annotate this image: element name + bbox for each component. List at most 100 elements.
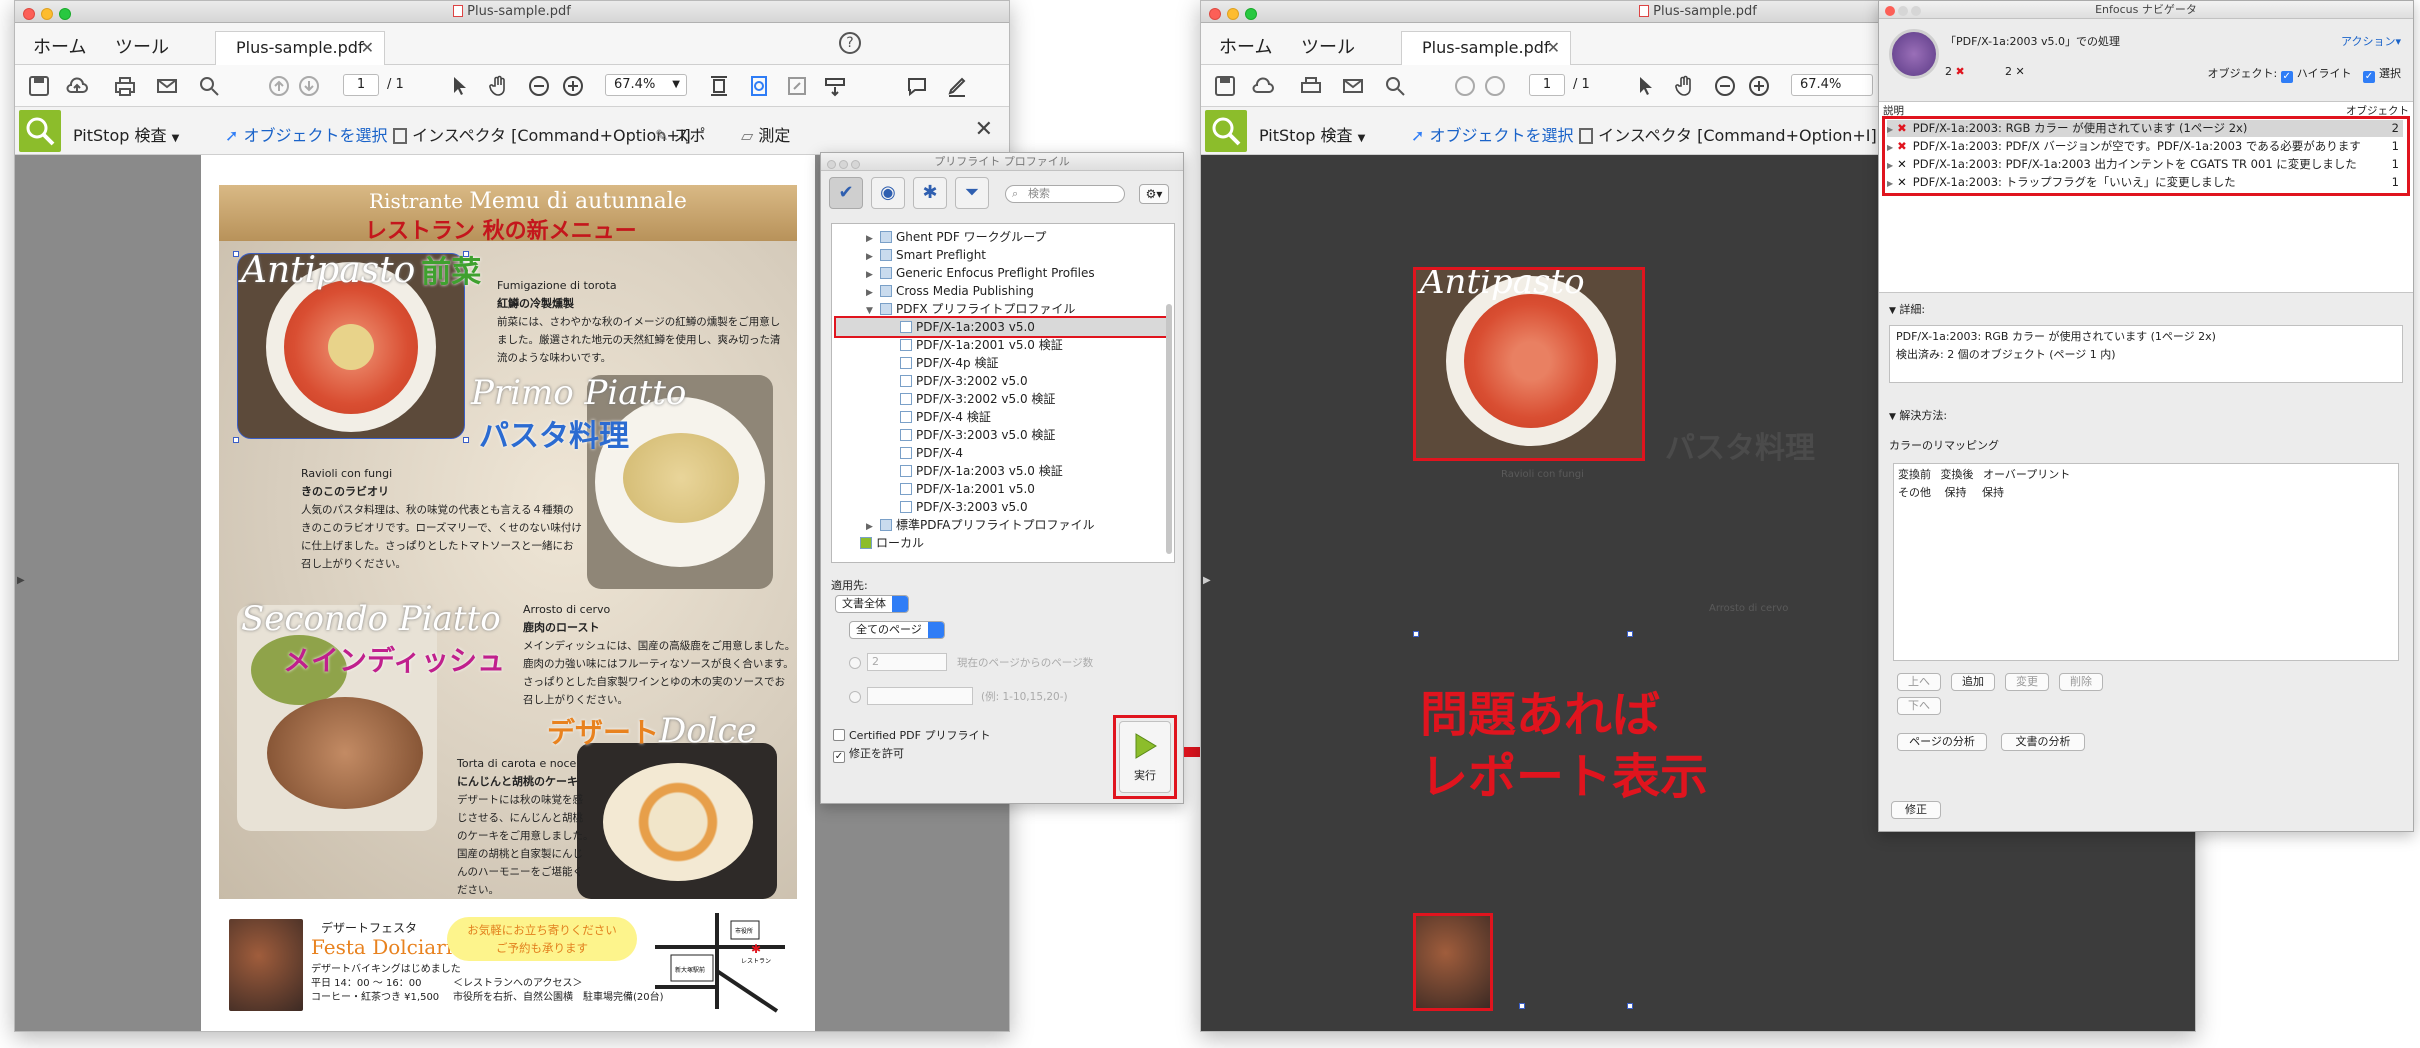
selection-handle[interactable] — [463, 251, 469, 257]
page-count-input[interactable]: 2 — [867, 653, 947, 671]
run-button[interactable]: 実行 — [1119, 721, 1171, 793]
profile-tree-item[interactable]: PDF/X-1a:2003 v5.0 検証 — [886, 462, 1063, 480]
profile-tree-item[interactable]: PDF/X-4 — [886, 444, 963, 462]
profile-tree-item[interactable]: PDF/X-4p 検証 — [886, 354, 998, 372]
selection-handle[interactable] — [1627, 1003, 1633, 1009]
profile-tree-item[interactable]: ローカル — [846, 534, 924, 552]
selection-handle[interactable] — [233, 251, 239, 257]
pitstop-inspect-menu[interactable]: PitStop 検査 ▼ — [73, 122, 179, 146]
tree-scrollbar[interactable] — [1166, 304, 1172, 554]
result-row[interactable]: ▶ ✕ PDF/X-1a:2003: PDF/X-1a:2003 出力インテントを … — [1887, 156, 2403, 173]
remap-row[interactable]: その他 保持 保持 — [1898, 484, 2004, 500]
move-down-button[interactable]: 下へ — [1897, 697, 1941, 715]
menu-home[interactable]: ホーム — [33, 33, 86, 59]
globe-tab-icon[interactable]: ◉ — [871, 177, 905, 209]
action-menu[interactable]: アクション▾ — [2341, 33, 2401, 49]
print-icon[interactable] — [1299, 74, 1323, 98]
page-down-icon[interactable] — [297, 74, 321, 98]
dolce-photo[interactable] — [577, 743, 777, 899]
zoom-level-select[interactable]: 67.4% — [1791, 74, 1873, 96]
profile-tree-item[interactable]: ▼ PDFX プリフライトプロファイル — [866, 300, 1075, 318]
result-row[interactable]: ▶ ✕ PDF/X-1a:2003: トラップフラグを「いいえ」に変更しました 1 — [1887, 174, 2403, 191]
checkmark-tab-icon[interactable]: ✔ — [829, 177, 863, 209]
profile-tree-item[interactable]: PDF/X-1a:2003 v5.0 — [834, 316, 1168, 338]
profile-tree[interactable]: ▶ Ghent PDF ワークグループ ▶ Smart Preflight ▶ Gener… — [831, 223, 1175, 563]
pdf-page[interactable]: Ristrante Memu di autunnale レストラン 秋の新メニュ… — [201, 155, 815, 1031]
profile-tree-item[interactable]: ▶ 標準PDFAプリフライトプロファイル — [866, 516, 1095, 534]
navigator-close-button[interactable] — [1885, 6, 1895, 16]
minimize-window-button[interactable] — [41, 8, 53, 20]
panel-options-gear-icon[interactable]: ⚙▾ — [1139, 184, 1169, 204]
navigator-minimize-button[interactable] — [1898, 6, 1908, 16]
spot-tool[interactable]: ✎ スポ — [655, 122, 706, 146]
page-down-icon[interactable] — [1483, 74, 1507, 98]
hand-tool-icon[interactable] — [487, 74, 511, 98]
selection-handle[interactable] — [1627, 631, 1633, 637]
save-icon[interactable] — [27, 74, 51, 98]
page-range-radio[interactable] — [849, 691, 861, 703]
selection-handle[interactable] — [1413, 631, 1419, 637]
pitstop-inspect-menu[interactable]: PitStop 検査 ▼ — [1259, 122, 1365, 146]
gear-tab-icon[interactable]: ✱ — [913, 177, 947, 209]
profile-tree-item[interactable]: ▶ Smart Preflight — [866, 246, 986, 264]
disclosure-triangle-icon[interactable]: ▶ — [1887, 143, 1893, 152]
print-icon[interactable] — [113, 74, 137, 98]
chevron-right-icon[interactable]: ▶ — [17, 575, 25, 586]
change-button[interactable]: 変更 — [2005, 673, 2049, 691]
profile-tree-item[interactable]: PDF/X-3:2002 v5.0 — [886, 372, 1028, 390]
chevron-right-icon[interactable]: ▶ — [1203, 575, 1211, 586]
highlight-checkbox[interactable]: ✓ — [2280, 71, 2293, 83]
select-object-tool[interactable]: ➚ オブジェクトを選択 — [1411, 122, 1574, 146]
zoom-level-select[interactable]: 67.4% ▼ — [605, 74, 687, 96]
page-count-radio[interactable] — [849, 657, 861, 669]
document-analysis-button[interactable]: 文書の分析 — [2001, 733, 2085, 751]
result-row[interactable]: ▶ ✖ PDF/X-1a:2003: PDF/X バージョンが空です。PDF/X-1… — [1887, 138, 2403, 155]
measure-tool[interactable]: ▱ 測定 — [741, 122, 790, 146]
select-arrow-icon[interactable] — [1633, 74, 1657, 98]
profile-tree-item[interactable]: PDF/X-1a:2001 v5.0 検証 — [886, 336, 1063, 354]
page-analysis-button[interactable]: ページの分析 — [1897, 733, 1987, 751]
panel-zoom-button[interactable] — [851, 160, 860, 169]
profile-search-input[interactable]: ⌕ 検索 — [1005, 185, 1125, 203]
document-tab[interactable]: Plus-sample.pdf ✕ — [1401, 31, 1571, 65]
rotate-view-icon[interactable] — [747, 74, 771, 98]
results-list[interactable]: 説明 オブジェクト ▶ ✖ PDF/X-1a:2003: RGB カラー が使用され… — [1879, 101, 2413, 293]
save-icon[interactable] — [1213, 74, 1237, 98]
search-icon[interactable] — [1383, 74, 1407, 98]
highlighted-rgb-object-1[interactable]: Antipasto — [1413, 267, 1645, 461]
page-range-input[interactable] — [867, 687, 973, 705]
profile-tree-item[interactable]: ▶ Cross Media Publishing — [866, 282, 1034, 300]
result-row[interactable]: ▶ ✖ PDF/X-1a:2003: RGB カラー が使用されています (1ページ… — [1887, 120, 2403, 137]
festa-photo[interactable] — [229, 919, 303, 1011]
search-icon[interactable] — [197, 74, 221, 98]
profile-tree-item[interactable]: ▶ Ghent PDF ワークグループ — [866, 228, 1046, 246]
full-screen-icon[interactable] — [785, 74, 809, 98]
fix-button[interactable]: 修正 — [1891, 801, 1941, 819]
profile-tree-item[interactable]: PDF/X-3:2003 v5.0 検証 — [886, 426, 1055, 444]
zoom-out-icon[interactable] — [527, 74, 551, 98]
add-button[interactable]: 追加 — [1951, 673, 1995, 691]
sign-pen-icon[interactable] — [945, 74, 969, 98]
selection-handle[interactable] — [1519, 1003, 1525, 1009]
hand-tool-icon[interactable] — [1673, 74, 1697, 98]
profile-tree-item[interactable]: PDF/X-3:2002 v5.0 検証 — [886, 390, 1055, 408]
filter-tab-icon[interactable]: ⏷ — [955, 177, 989, 209]
help-icon[interactable]: ? — [839, 32, 861, 54]
profile-tree-item[interactable]: PDF/X-4 検証 — [886, 408, 991, 426]
select-object-tool[interactable]: ➚ オブジェクトを選択 — [225, 122, 388, 146]
move-up-button[interactable]: 上へ — [1897, 673, 1941, 691]
menu-tools[interactable]: ツール — [115, 33, 169, 59]
disclosure-triangle-icon[interactable]: ▶ — [1887, 179, 1893, 188]
inspector-tool[interactable]: インスペクタ [Command+Option+I] — [1579, 122, 1877, 146]
close-pitstop-icon[interactable]: ✕ — [975, 117, 993, 142]
apply-document-select[interactable]: 文書全体 — [835, 595, 909, 613]
disclosure-triangle-icon[interactable]: ▶ — [1887, 125, 1893, 134]
mail-icon[interactable] — [1341, 74, 1365, 98]
profile-tree-item[interactable]: ▶ Generic Enfocus Preflight Profiles — [866, 264, 1095, 282]
scroll-mode-icon[interactable] — [823, 74, 847, 98]
navigator-zoom-button[interactable] — [1911, 6, 1921, 16]
document-tab[interactable]: Plus-sample.pdf ✕ — [215, 31, 385, 65]
delete-button[interactable]: 削除 — [2059, 673, 2103, 691]
select-arrow-icon[interactable] — [447, 74, 471, 98]
allow-fix-checkbox[interactable]: ✓ 修正を許可 — [833, 745, 904, 763]
